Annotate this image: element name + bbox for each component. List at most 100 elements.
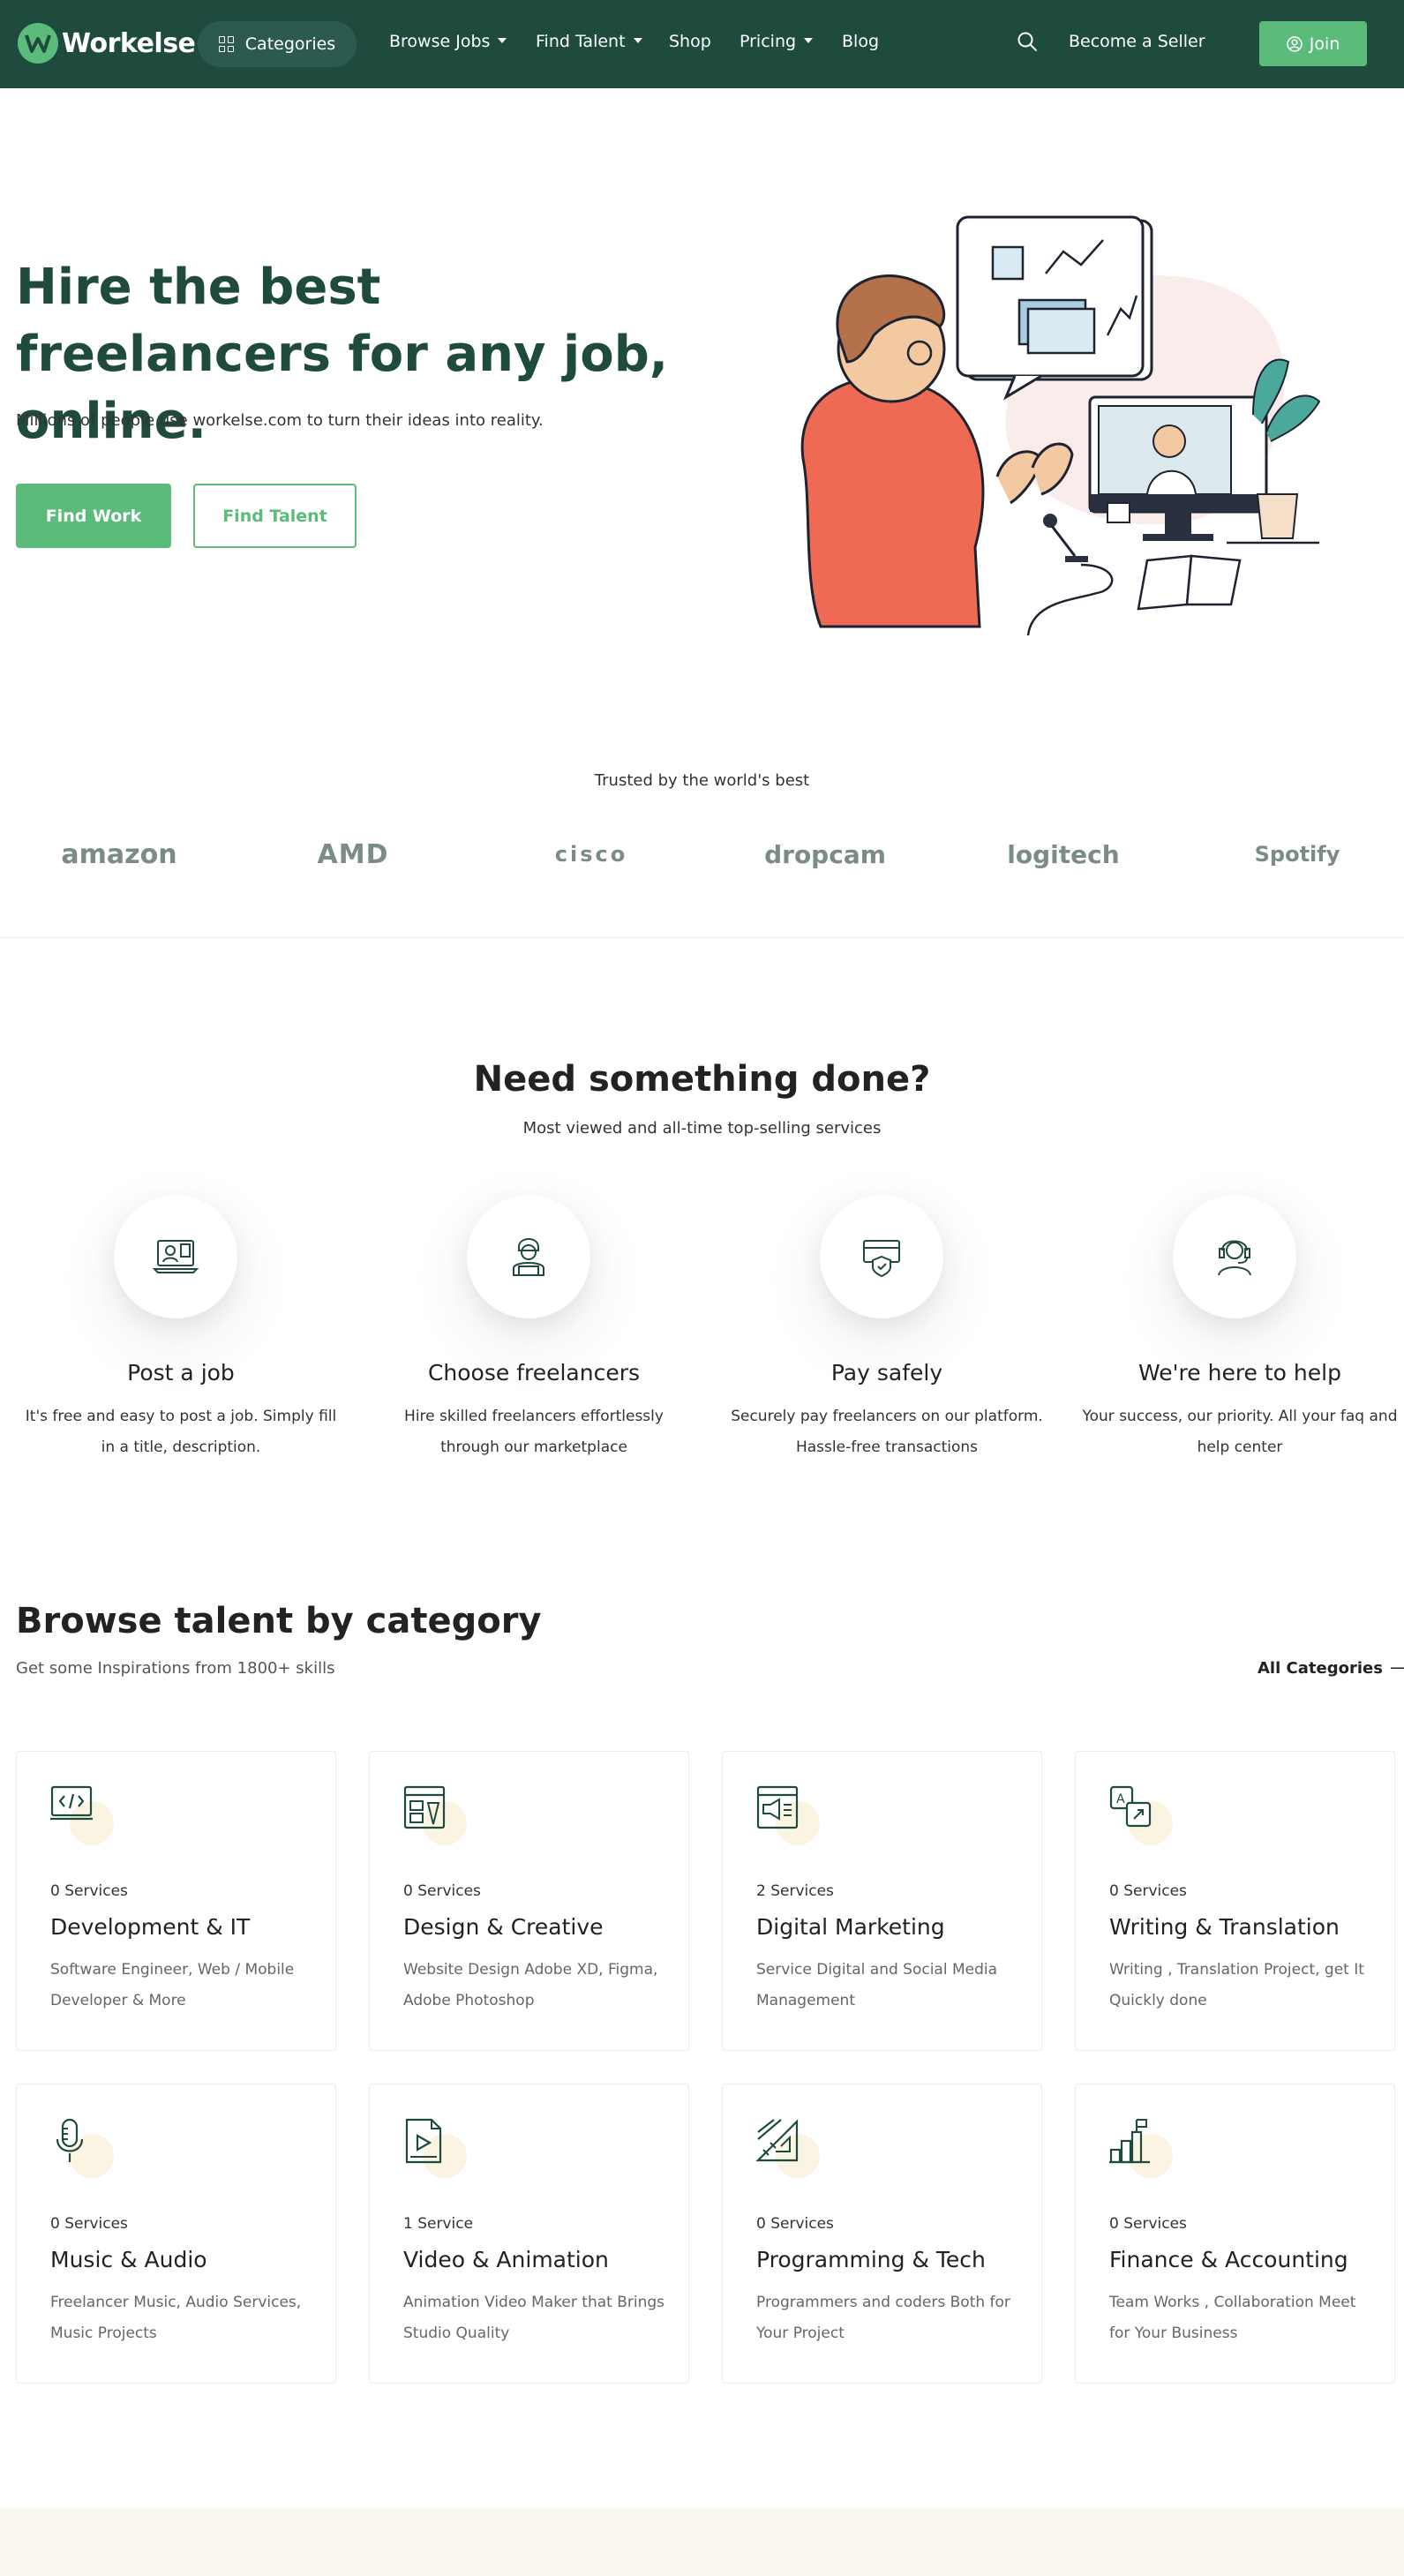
brand-logo-cisco: cisco — [554, 842, 628, 867]
category-service-count: 2 Services — [756, 1882, 834, 1900]
category-title: Video & Animation — [403, 2247, 609, 2272]
browse-title: Browse talent by category — [16, 1601, 542, 1641]
category-title: Music & Audio — [50, 2247, 207, 2272]
category-desc: Programmers and coders Both for Your Pro… — [756, 2294, 1010, 2342]
category-desc: Website Design Adobe XD, Figma, Adobe Ph… — [403, 1961, 658, 2009]
become-seller-link[interactable]: Become a Seller — [1069, 32, 1205, 51]
code-laptop-icon — [50, 1785, 93, 1821]
ruler-triangle-icon — [755, 2119, 799, 2162]
chevron-down-icon — [498, 37, 507, 43]
category-icon-wrap — [49, 2116, 119, 2178]
category-desc: Animation Video Maker that Brings Studio… — [403, 2294, 665, 2342]
category-card-marketing[interactable]: 2 Services Digital Marketing Service Dig… — [722, 1751, 1042, 2051]
step-desc: Hire skilled freelancers effortlessly th… — [404, 1408, 664, 1456]
category-icon-wrap — [755, 2116, 825, 2178]
hero-subtitle: Millions of people use workelse.com to t… — [16, 411, 544, 430]
grid-icon — [218, 36, 235, 52]
arrow-right-icon: ⟶ — [1389, 1659, 1404, 1678]
category-service-count: 0 Services — [50, 2215, 128, 2233]
category-service-count: 0 Services — [50, 1882, 128, 1900]
step-title: Pay safely — [830, 1360, 943, 1386]
category-service-count: 0 Services — [1109, 1882, 1187, 1900]
nav-find-talent-label: Find Talent — [536, 32, 626, 51]
chevron-down-icon — [633, 37, 642, 43]
step-title: We're here to help — [1138, 1360, 1341, 1386]
megaphone-icon — [756, 1785, 799, 1829]
category-icon-wrap — [49, 1784, 119, 1845]
join-label: Join — [1309, 34, 1340, 54]
brand-logo-spotify: Spotify — [1254, 842, 1340, 867]
section-divider — [0, 937, 1404, 938]
step-desc: Your success, our priority. All your faq… — [1082, 1408, 1398, 1456]
microphone-icon — [56, 2118, 84, 2162]
svg-text:A: A — [1116, 1792, 1125, 1806]
find-talent-button[interactable]: Find Talent — [193, 484, 357, 548]
category-card-video[interactable]: 1 Service Video & Animation Animation Vi… — [369, 2084, 689, 2384]
nav-shop-label: Shop — [669, 32, 711, 51]
category-title: Writing & Translation — [1109, 1914, 1340, 1940]
category-icon-wrap — [402, 1784, 472, 1845]
find-work-button[interactable]: Find Work — [16, 484, 171, 548]
logo[interactable]: Workelse — [18, 23, 196, 64]
step-title: Post a job — [127, 1360, 235, 1386]
category-service-count: 0 Services — [756, 2215, 834, 2233]
user-circle-icon — [1286, 35, 1303, 52]
categories-button[interactable]: Categories — [198, 21, 357, 67]
brand-logo-amazon: amazon — [61, 838, 177, 870]
nav-shop[interactable]: Shop — [669, 32, 711, 51]
nav-pricing[interactable]: Pricing — [740, 32, 814, 51]
nav-blog[interactable]: Blog — [842, 32, 879, 51]
category-icon-wrap — [755, 1784, 825, 1845]
search-icon[interactable] — [1017, 31, 1038, 52]
post-job-icon — [153, 1240, 199, 1273]
category-title: Design & Creative — [403, 1914, 604, 1940]
category-title: Digital Marketing — [756, 1914, 945, 1940]
translation-icon: A — [1109, 1785, 1152, 1828]
nav-browse-jobs-label: Browse Jobs — [389, 32, 491, 51]
join-button[interactable]: Join — [1259, 21, 1367, 66]
category-service-count: 1 Service — [403, 2215, 474, 2233]
all-categories-link[interactable]: All Categories ⟶ — [1258, 1659, 1404, 1678]
category-card-finance[interactable]: 0 Services Finance & Accounting Team Wor… — [1075, 2084, 1395, 2384]
need-title: Need something done? — [473, 1059, 931, 1100]
logo-w-icon — [18, 23, 58, 64]
category-desc: Team Works , Collaboration Meet for Your… — [1109, 2294, 1356, 2342]
categories-label: Categories — [244, 34, 336, 54]
category-desc: Writing , Translation Project, get It Qu… — [1109, 1961, 1364, 2009]
trusted-label: Trusted by the world's best — [594, 771, 810, 790]
chevron-down-icon — [804, 37, 814, 43]
bar-chart-flag-icon — [1109, 2119, 1150, 2164]
category-title: Finance & Accounting — [1109, 2247, 1348, 2272]
step-desc: Securely pay freelancers on our platform… — [731, 1408, 1043, 1456]
category-service-count: 0 Services — [1109, 2215, 1187, 2233]
step-desc: It's free and easy to post a job. Simply… — [25, 1408, 337, 1456]
category-title: Programming & Tech — [756, 2247, 986, 2272]
nav-pricing-label: Pricing — [740, 32, 797, 51]
category-card-design[interactable]: 0 Services Design & Creative Website Des… — [369, 1751, 689, 2051]
logo-text: Workelse — [62, 27, 196, 59]
freelancer-icon — [513, 1238, 544, 1276]
category-card-development[interactable]: 0 Services Development & IT Software Eng… — [16, 1751, 336, 2051]
step-icon-circle — [467, 1195, 590, 1318]
nav-browse-jobs[interactable]: Browse Jobs — [389, 32, 507, 51]
category-card-programming[interactable]: 0 Services Programming & Tech Programmer… — [722, 2084, 1042, 2384]
nav-find-talent[interactable]: Find Talent — [536, 32, 642, 51]
category-icon-wrap — [1107, 2116, 1178, 2178]
step-title: Choose freelancers — [427, 1360, 641, 1386]
category-desc: Software Engineer, Web / Mobile Develope… — [50, 1961, 295, 2009]
design-browser-icon — [403, 1785, 446, 1829]
support-headset-icon — [1218, 1240, 1251, 1276]
hero-illustration — [800, 215, 1321, 636]
category-desc: Service Digital and Social Media Managem… — [756, 1961, 998, 2009]
step-icon-circle — [114, 1195, 237, 1318]
category-card-writing[interactable]: A 0 Services Writing & Translation Writi… — [1075, 1751, 1395, 2051]
brand-logo-logitech: logitech — [1007, 839, 1120, 869]
category-card-music[interactable]: 0 Services Music & Audio Freelancer Musi… — [16, 2084, 336, 2384]
footer-band — [0, 2509, 1404, 2576]
category-service-count: 0 Services — [403, 1882, 481, 1900]
category-title: Development & IT — [50, 1914, 251, 1940]
category-icon-wrap — [402, 2116, 472, 2178]
top-navbar: Workelse Categories Browse Jobs Find Tal… — [0, 0, 1404, 88]
all-categories-label: All Categories — [1258, 1659, 1383, 1678]
category-icon-wrap: A — [1107, 1784, 1178, 1845]
